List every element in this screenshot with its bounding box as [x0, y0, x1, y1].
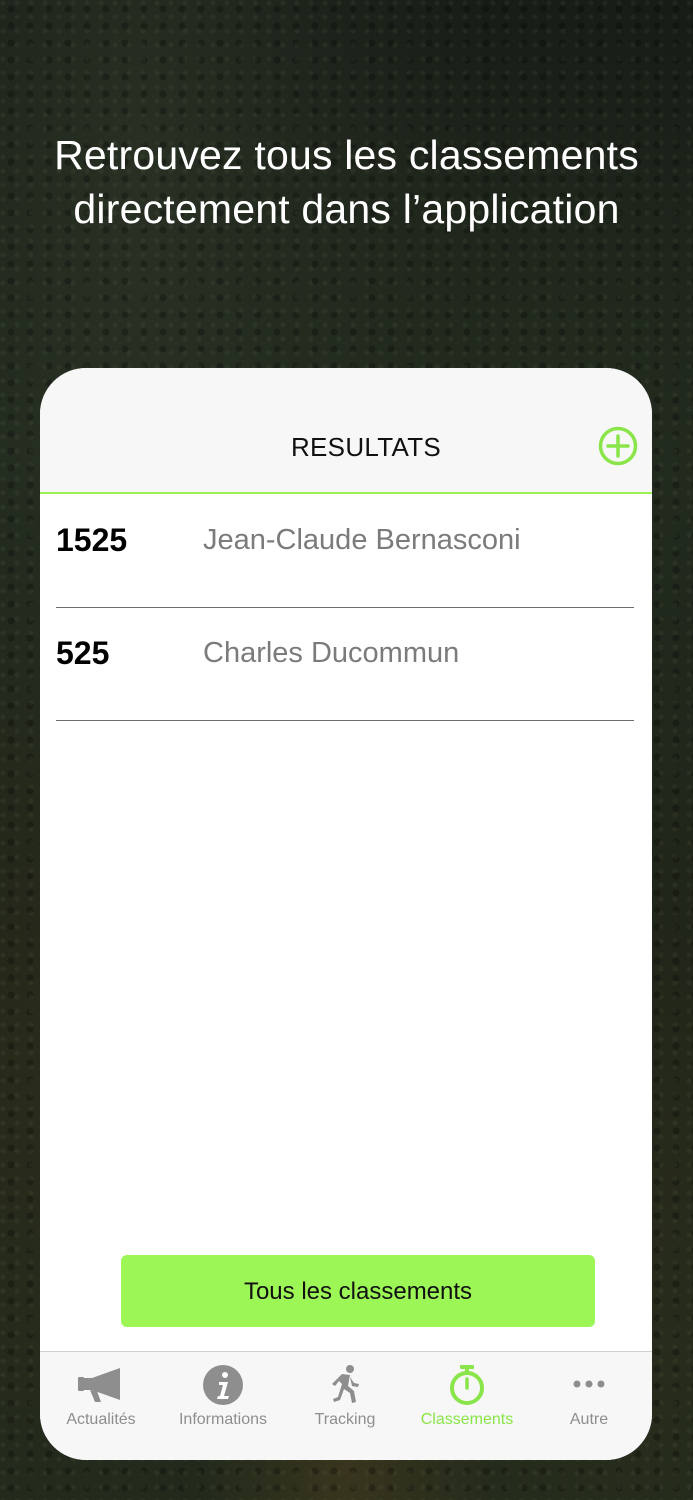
tab-label: Classements — [420, 1411, 514, 1428]
megaphone-icon — [78, 1368, 120, 1402]
tab-bar: Actualités Informations Tracking Classem… — [40, 1351, 652, 1460]
result-name: Charles Ducommun — [203, 637, 460, 669]
tab-informations[interactable]: Informations — [162, 1352, 284, 1460]
tab-autre[interactable]: Autre — [528, 1352, 650, 1460]
runner-icon — [332, 1365, 359, 1403]
page-title: RESULTATS — [290, 432, 442, 462]
tab-tracking[interactable]: Tracking — [284, 1352, 406, 1460]
tab-label: Informations — [178, 1411, 268, 1428]
result-row[interactable]: 525 Charles Ducommun — [56, 607, 634, 721]
tab-classements[interactable]: Classements — [406, 1352, 528, 1460]
navigation-bar: RESULTATS — [40, 368, 652, 494]
headline-line-1: Retrouvez tous les classements — [54, 132, 639, 178]
headline-line-2: directement dans l’application — [73, 186, 620, 232]
headline: Retrouvez tous les classements directeme… — [0, 128, 693, 236]
result-name: Jean-Claude Bernasconi — [203, 524, 521, 556]
tab-label: Tracking — [314, 1411, 376, 1428]
result-row[interactable]: 1525 Jean-Claude Bernasconi — [56, 494, 634, 608]
result-number: 1525 — [56, 522, 128, 558]
phone-screen: RESULTATS 1525 Jean-Claude Bernasconi 52… — [40, 368, 652, 1460]
stopwatch-icon — [450, 1365, 484, 1405]
info-icon — [203, 1365, 243, 1405]
result-number: 525 — [56, 635, 110, 671]
tab-actualites[interactable]: Actualités — [40, 1352, 162, 1460]
tab-label: Autre — [569, 1411, 609, 1428]
more-icon — [573, 1380, 605, 1388]
plus-circle-icon[interactable] — [598, 426, 638, 466]
all-rankings-button[interactable]: Tous les classements — [121, 1255, 595, 1327]
tab-label: Actualités — [66, 1411, 136, 1428]
